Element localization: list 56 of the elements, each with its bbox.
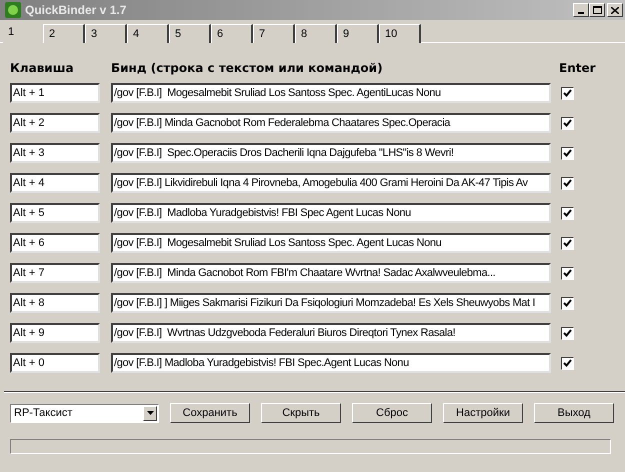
window-title: QuickBinder v 1.7 xyxy=(25,2,126,19)
key-field[interactable]: Alt + 8 xyxy=(10,293,100,313)
tab[interactable]: 8 xyxy=(295,24,337,43)
action-button[interactable]: Настройки xyxy=(443,403,523,423)
tab[interactable]: 9 xyxy=(337,24,379,43)
enter-checkbox[interactable] xyxy=(561,86,574,100)
action-button[interactable]: Скрыть xyxy=(261,403,341,423)
maximize-icon xyxy=(592,6,602,14)
column-header: Enter xyxy=(559,60,596,77)
bind-field[interactable]: /gov [F.B.I] ] Miiges Sakmarisi Fizikuri Da Fsiqologiuri Momzadeba! Es Xels Sheuwyobs Mat I xyxy=(111,293,551,313)
key-field[interactable]: Alt + 4 xyxy=(10,173,100,193)
profile-dropdown[interactable]: RP-Таксист xyxy=(10,404,159,422)
minimize-icon xyxy=(578,12,584,14)
key-field[interactable]: Alt + 6 xyxy=(10,233,100,253)
key-field[interactable]: Alt + 1 xyxy=(10,83,100,103)
bind-field[interactable]: /gov [F.B.I] Madloba Yuradgebistvis! FBI Spec.Agent Lucas Nonu xyxy=(111,353,551,373)
bind-field[interactable]: /gov [F.B.I] Madloba Yuradgebistvis! FBI Spec Agent Lucas Nonu xyxy=(111,203,551,223)
enter-checkbox[interactable] xyxy=(561,116,574,130)
bind-field[interactable]: /gov [F.B.I] Minda Gacnobot Rom Federalebma Chaatares Spec.Operacia xyxy=(111,113,551,133)
bind-field[interactable]: /gov [F.B.I] Wvrtnas Udzgveboda Federaluri Biuros Direqtori Tynex Rasala! xyxy=(111,323,551,343)
key-field[interactable]: Alt + 3 xyxy=(10,143,100,163)
action-button[interactable]: Сохранить xyxy=(170,403,250,423)
action-button[interactable]: Сброс xyxy=(352,403,432,423)
column-header: Клавиша xyxy=(10,60,75,77)
tab[interactable]: 7 xyxy=(253,24,295,43)
bind-field[interactable]: /gov [F.B.I] Spec.Operaciis Dros Dacherili Iqna Dajgufeba "LHS"is 8 Wevri! xyxy=(111,143,551,163)
column-header: Бинд (строка с текстом или командой) xyxy=(111,60,384,77)
close-icon xyxy=(611,6,619,14)
tab[interactable]: 4 xyxy=(127,24,169,43)
enter-checkbox[interactable] xyxy=(561,296,574,310)
key-field[interactable]: Alt + 2 xyxy=(10,113,100,133)
tab[interactable]: 10 xyxy=(379,24,421,43)
enter-checkbox[interactable] xyxy=(561,176,574,190)
bind-field[interactable]: /gov [F.B.I] Minda Gacnobot Rom FBI'm Chaatare Wvrtna! Sadac Axalwveulebma... xyxy=(111,263,551,283)
key-field[interactable]: Alt + 0 xyxy=(10,353,100,373)
bind-field[interactable]: /gov [F.B.I] Mogesalmebit Sruliad Los Santoss Spec. Agent Lucas Nonu xyxy=(111,233,551,253)
enter-checkbox[interactable] xyxy=(561,356,574,370)
enter-checkbox[interactable] xyxy=(561,266,574,280)
tab[interactable]: 5 xyxy=(169,24,211,43)
enter-checkbox[interactable] xyxy=(561,146,574,160)
bind-field[interactable]: /gov [F.B.I] Likvidirebuli Iqna 4 Pirovneba, Amogebulia 400 Grami Heroini Da AK-47 Tipis Av xyxy=(111,173,551,193)
close-button[interactable] xyxy=(607,3,623,17)
key-field[interactable]: Alt + 7 xyxy=(10,263,100,283)
tab[interactable]: 3 xyxy=(85,24,127,43)
key-field[interactable]: Alt + 5 xyxy=(10,203,100,223)
tab[interactable]: 6 xyxy=(211,24,253,43)
app-icon xyxy=(5,2,21,18)
maximize-button[interactable] xyxy=(589,3,605,17)
enter-checkbox[interactable] xyxy=(561,206,574,220)
enter-checkbox[interactable] xyxy=(561,326,574,340)
minimize-button[interactable] xyxy=(573,3,589,17)
action-button[interactable]: Выход xyxy=(534,403,614,423)
enter-checkbox[interactable] xyxy=(561,236,574,250)
tab[interactable]: 2 xyxy=(43,24,85,43)
bind-field[interactable]: /gov [F.B.I] Mogesalmebit Sruliad Los Santoss Spec. AgentiLucas Nonu xyxy=(111,83,551,103)
key-field[interactable]: Alt + 9 xyxy=(10,323,100,343)
